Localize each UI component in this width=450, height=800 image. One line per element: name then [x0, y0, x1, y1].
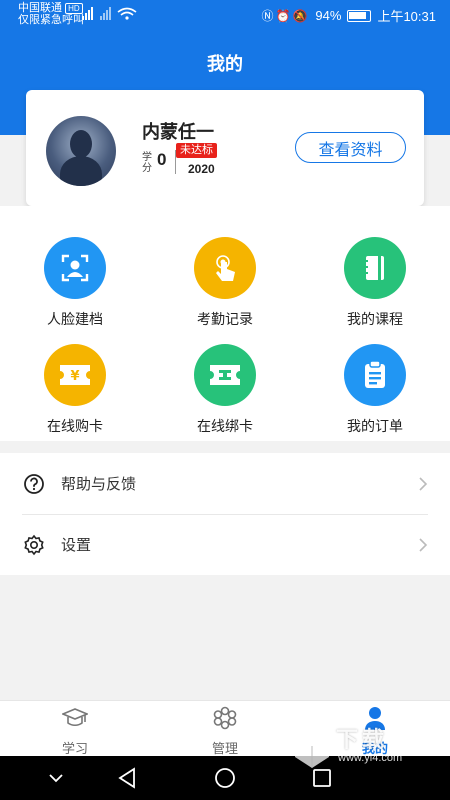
- clock: 上午10:31: [377, 9, 436, 24]
- status-badge: 未达标: [176, 143, 217, 158]
- status-bar: 中国联通 HD 仅限紧急呼叫 Ⓝ⏰🔕 94% 上午10:31: [0, 0, 450, 30]
- hide-keyboard-icon[interactable]: [42, 764, 70, 792]
- site-watermark: 下载 www.yi4.com: [292, 722, 432, 776]
- help-circle-icon: [24, 473, 44, 494]
- year-label: 2020: [188, 162, 215, 176]
- notebook-icon: [344, 237, 406, 299]
- view-profile-button[interactable]: 查看资料: [295, 132, 406, 163]
- carrier-name: 中国联通: [18, 2, 62, 14]
- list-item-settings[interactable]: 设置: [0, 514, 450, 575]
- grid-label: 考勤记录: [197, 311, 253, 327]
- yen-ticket-icon: ¥: [44, 344, 106, 406]
- clipboard-icon: [344, 344, 406, 406]
- grid-item-attendance[interactable]: 考勤记录: [165, 237, 285, 329]
- cube-logo-icon: [295, 728, 329, 768]
- list-item-label: 设置: [61, 537, 92, 554]
- face-scan-icon: [44, 237, 106, 299]
- tab-manage[interactable]: 管理: [150, 705, 300, 757]
- profile-card: 内蒙任一 学分 0 未达标 2020 查看资料: [26, 90, 424, 206]
- grid-item-my-orders[interactable]: 我的订单: [315, 344, 435, 436]
- home-icon[interactable]: [211, 764, 239, 792]
- user-name: 内蒙任一: [142, 122, 214, 142]
- watermark-url: www.yi4.com: [338, 752, 403, 764]
- credit-label: 学分: [142, 152, 152, 174]
- list-item-label: 帮助与反馈: [61, 476, 137, 493]
- grid-item-face-profile[interactable]: 人脸建档: [15, 237, 135, 329]
- battery-percent: 94%: [315, 8, 342, 23]
- settings-list: 帮助与反馈 设置: [0, 453, 450, 575]
- grid-item-my-courses[interactable]: 我的课程: [315, 237, 435, 329]
- gear-icon: [24, 534, 44, 555]
- list-item-help-feedback[interactable]: 帮助与反馈: [0, 453, 450, 515]
- avatar[interactable]: [46, 116, 116, 186]
- card-link-icon: [194, 344, 256, 406]
- tab-label: 管理: [211, 741, 238, 756]
- watermark-text: 下载: [336, 727, 389, 752]
- carrier-info: 中国联通 HD 仅限紧急呼叫: [18, 2, 84, 26]
- credit-value: 0: [157, 150, 167, 169]
- nfc-alarm-mute-icon: Ⓝ⏰🔕: [261, 9, 310, 23]
- grid-label: 人脸建档: [47, 311, 103, 327]
- grid-label: 我的订单: [347, 418, 403, 434]
- emergency-only-text: 仅限紧急呼叫: [18, 14, 84, 26]
- grid-label: 在线购卡: [47, 418, 103, 434]
- function-grid: 人脸建档 考勤记录 我的课程 ¥ 在线购卡 在线绑卡 我的订单: [0, 206, 450, 441]
- back-icon[interactable]: [114, 764, 142, 792]
- grid-item-buy-card[interactable]: ¥ 在线购卡: [15, 344, 135, 436]
- chevron-right-icon: [419, 476, 428, 491]
- tap-hand-icon: [194, 237, 256, 299]
- tab-study[interactable]: 学习: [0, 705, 150, 757]
- manage-icon: [213, 706, 237, 730]
- battery-icon: [347, 9, 372, 22]
- status-right: Ⓝ⏰🔕 94% 上午10:31: [262, 6, 436, 25]
- svg-text:¥: ¥: [70, 369, 79, 384]
- graduation-cap-icon: [60, 708, 90, 727]
- grid-label: 在线绑卡: [197, 418, 253, 434]
- grid-label: 我的课程: [347, 311, 403, 327]
- signal-wifi-icon: [82, 7, 137, 20]
- grid-item-bind-card[interactable]: 在线绑卡: [165, 344, 285, 436]
- tab-label: 学习: [61, 741, 88, 756]
- page-title: 我的: [207, 54, 243, 74]
- chevron-right-icon: [419, 537, 428, 552]
